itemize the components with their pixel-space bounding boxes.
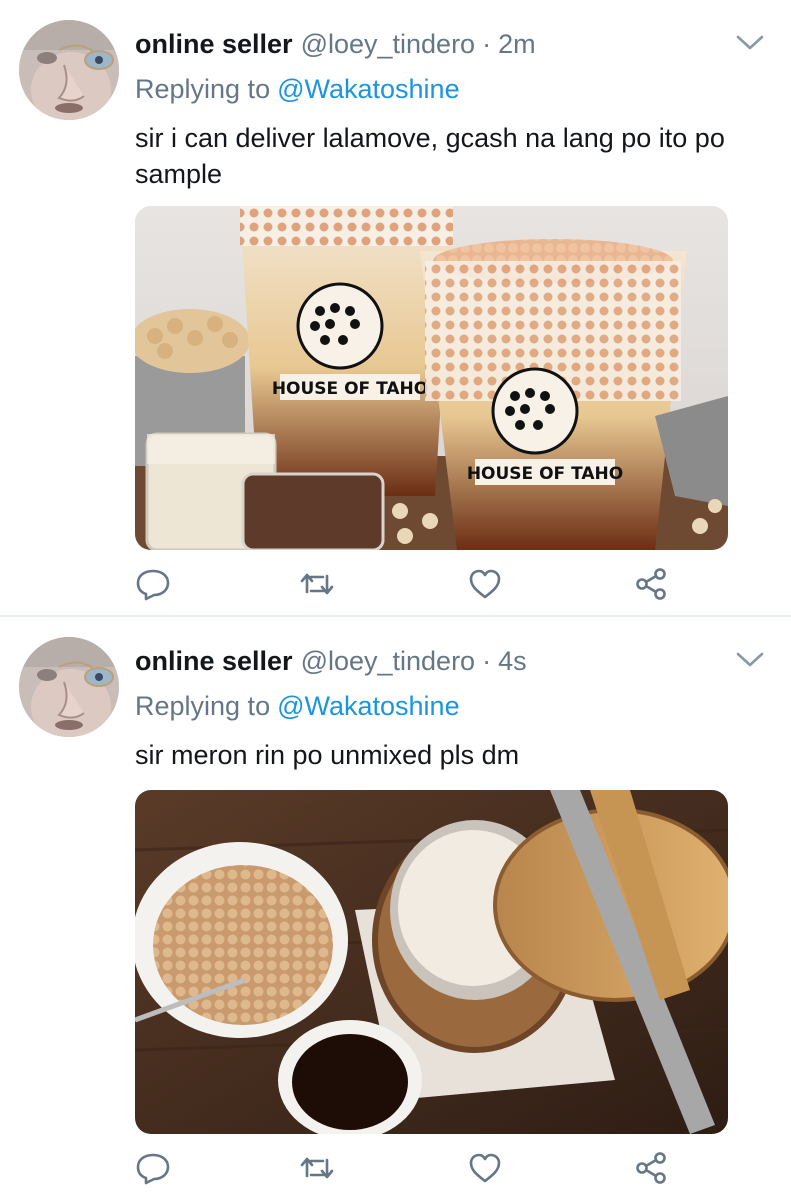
timestamp[interactable]: 2m <box>498 29 536 60</box>
share-icon[interactable] <box>633 566 669 602</box>
tweet-text: sir meron rin po unmixed pls dm <box>135 740 520 770</box>
tweet-actions <box>135 566 695 602</box>
reply-icon[interactable] <box>135 1150 171 1186</box>
tweet-text: sir i can deliver lalamove, gcash na lan… <box>135 123 725 189</box>
mention-link[interactable]: @Wakatoshine <box>277 74 460 104</box>
mention-link[interactable]: @Wakatoshine <box>277 691 460 721</box>
like-icon[interactable] <box>467 566 503 602</box>
tweet-header: online seller @loey_tindero · 2m <box>135 26 536 62</box>
replying-to: Replying to @Wakatoshine <box>135 74 460 105</box>
user-handle[interactable]: @loey_tindero <box>301 29 476 60</box>
tweet-header: online seller @loey_tindero · 4s <box>135 643 527 679</box>
retweet-icon[interactable] <box>299 566 335 602</box>
replying-label: Replying to <box>135 691 271 721</box>
avatar[interactable] <box>19 20 119 120</box>
tweet[interactable]: online seller @loey_tindero · 4s Replyin… <box>0 617 791 1200</box>
like-icon[interactable] <box>467 1150 503 1186</box>
tweet[interactable]: online seller @loey_tindero · 2m Replyin… <box>0 0 791 617</box>
avatar[interactable] <box>19 637 119 737</box>
separator-dot: · <box>482 28 492 59</box>
tweet-image[interactable]: HOUSE OF TAHO HOUSE OF TAHO <box>135 206 728 550</box>
chevron-down-icon[interactable] <box>735 32 765 54</box>
display-name[interactable]: online seller <box>135 29 293 60</box>
replying-to: Replying to @Wakatoshine <box>135 691 460 722</box>
retweet-icon[interactable] <box>299 1150 335 1186</box>
timestamp[interactable]: 4s <box>498 646 527 677</box>
tweet-image[interactable] <box>135 790 728 1134</box>
share-icon[interactable] <box>633 1150 669 1186</box>
brand-label: HOUSE OF TAHO <box>467 464 623 484</box>
tweet-actions <box>135 1150 695 1186</box>
separator-dot: · <box>482 645 492 676</box>
replying-label: Replying to <box>135 74 271 104</box>
chevron-down-icon[interactable] <box>735 649 765 671</box>
reply-icon[interactable] <box>135 566 171 602</box>
user-handle[interactable]: @loey_tindero <box>301 646 476 677</box>
display-name[interactable]: online seller <box>135 646 293 677</box>
brand-label: HOUSE OF TAHO <box>272 379 428 399</box>
